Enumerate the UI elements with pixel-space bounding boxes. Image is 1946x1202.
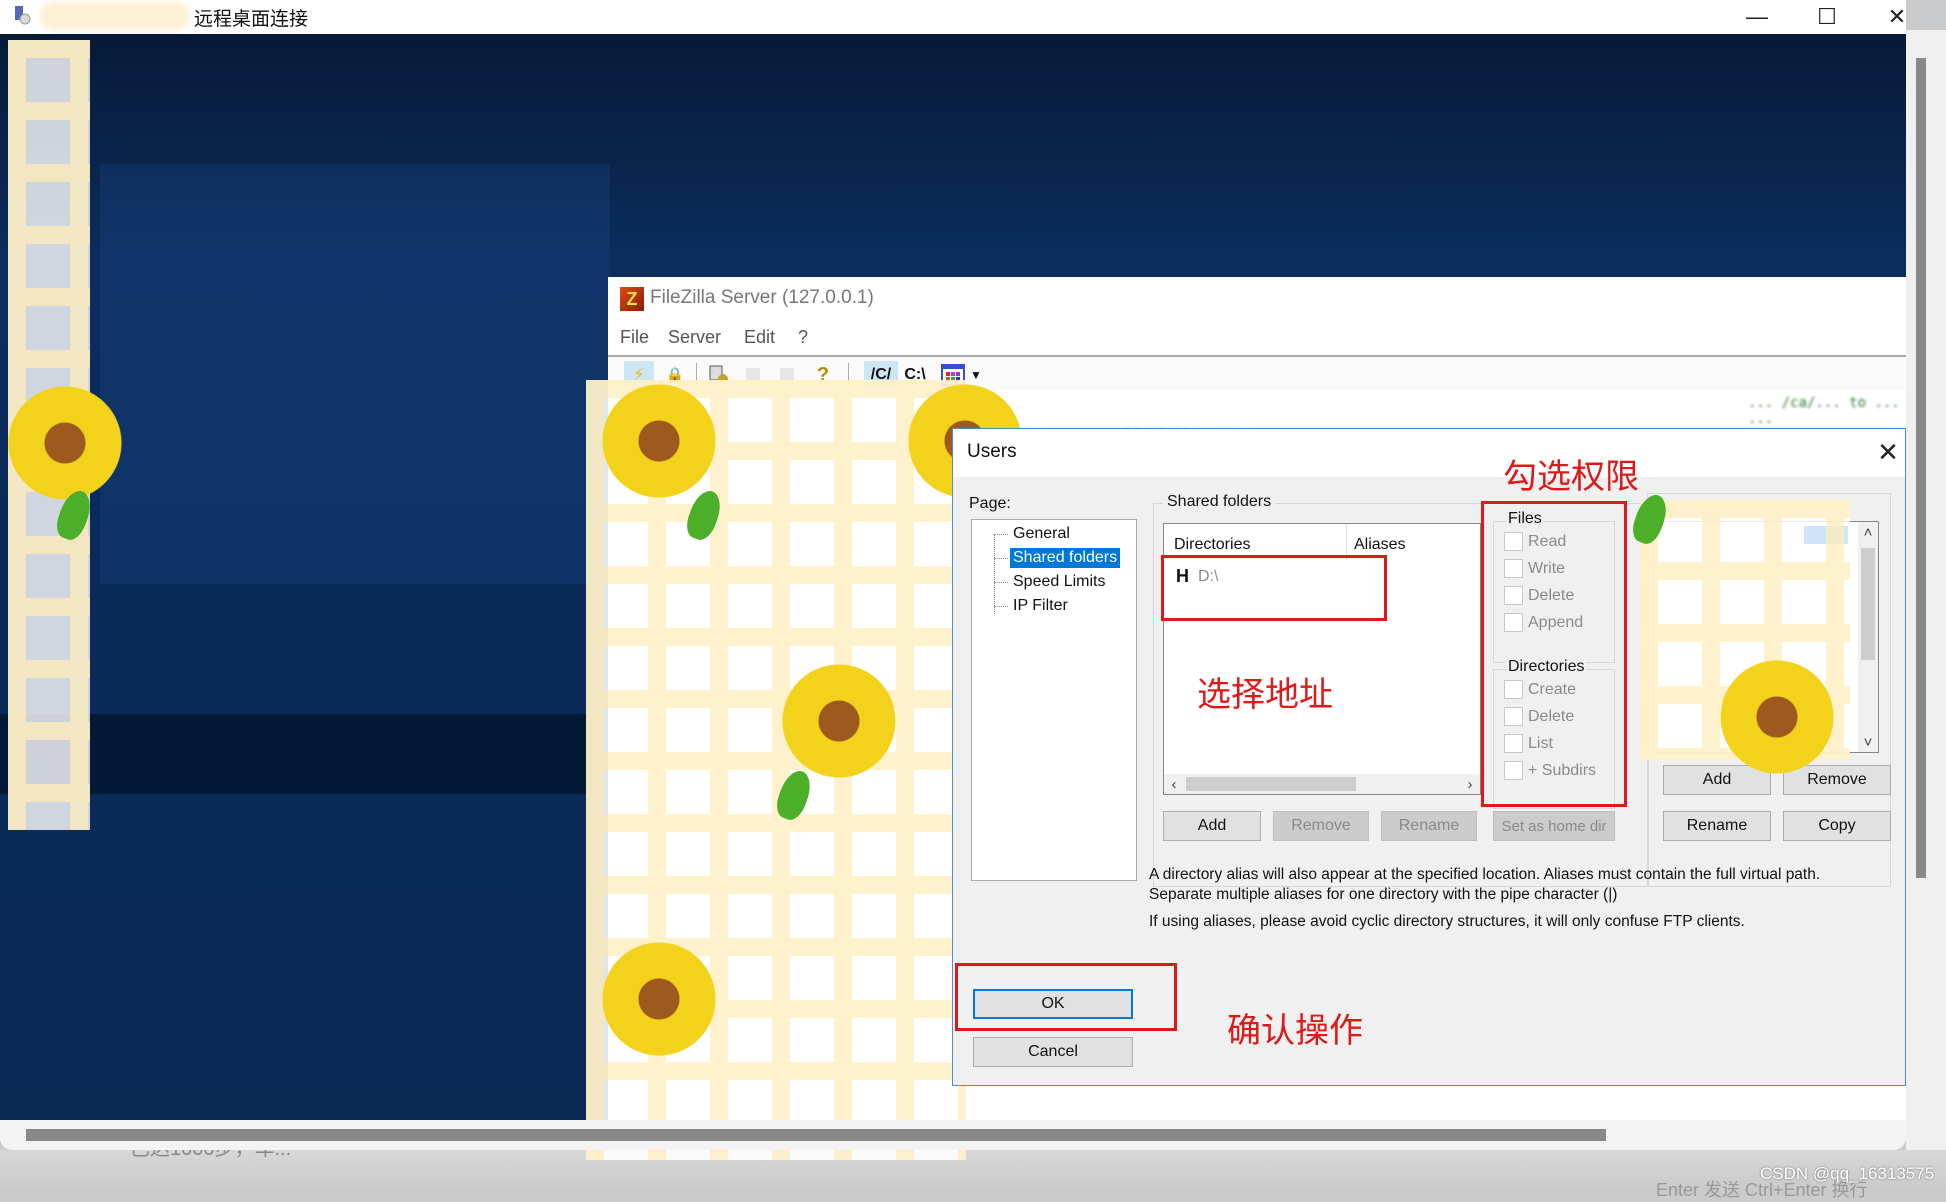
annotation-select-path: 选择地址: [1197, 675, 1333, 715]
checkbox-label: Append: [1528, 613, 1584, 631]
rdp-titlebar: 远程桌面连接 — ☐ ✕: [0, 0, 1906, 34]
checkbox-dir-list[interactable]: List: [1504, 734, 1553, 753]
checkbox-file-delete[interactable]: Delete: [1504, 586, 1574, 605]
menu-server[interactable]: Server: [668, 327, 721, 348]
checkbox-file-append[interactable]: Append: [1504, 613, 1583, 632]
checkbox-label: Create: [1528, 680, 1577, 698]
rename-directory-button[interactable]: Rename: [1381, 811, 1477, 841]
tree-connector: [994, 534, 1008, 614]
page-tree: General Shared folders Speed Limits IP F…: [971, 519, 1137, 881]
checkbox-box[interactable]: [1504, 734, 1523, 753]
files-permissions-group: Files Read Write Delete Append: [1493, 510, 1615, 663]
scroll-up-icon[interactable]: ˄: [1858, 522, 1878, 542]
checkbox-label: Delete: [1528, 586, 1575, 604]
checkbox-dir-create[interactable]: Create: [1504, 680, 1576, 699]
users-dialog-title: Users: [967, 441, 1017, 462]
flower-sticker-icon: [0, 378, 130, 508]
checkbox-dir-subdirs[interactable]: + Subdirs: [1504, 761, 1596, 780]
redacted-title-region: [40, 2, 190, 30]
flower-sticker-icon: [594, 376, 724, 506]
watermark: CSDN @qq_16313575: [1760, 1164, 1935, 1183]
checkbox-box[interactable]: [1504, 559, 1523, 578]
annotation-confirm: 确认操作: [1227, 1011, 1363, 1051]
column-header-aliases[interactable]: Aliases: [1354, 536, 1406, 554]
flower-sticker-icon: [594, 934, 724, 1064]
checkbox-label: Write: [1528, 559, 1566, 577]
checkbox-file-write[interactable]: Write: [1504, 559, 1565, 578]
page-ip-filter[interactable]: IP Filter: [1010, 596, 1071, 616]
users-dialog-header: Users ✕: [953, 429, 1905, 477]
checkbox-label: Delete: [1528, 707, 1575, 725]
host-app-background: [0, 1150, 1946, 1194]
close-icon[interactable]: ✕: [1873, 437, 1903, 467]
checkbox-label: Read: [1528, 532, 1567, 550]
directory-row[interactable]: D:\: [1198, 568, 1218, 586]
scroll-left-icon[interactable]: ‹: [1164, 774, 1184, 794]
checkbox-box[interactable]: [1504, 532, 1523, 551]
wallpaper-beam: [0, 714, 600, 794]
files-group-label: Files: [1506, 510, 1544, 528]
tree-connector: [994, 606, 1008, 607]
scrollbar-thumb[interactable]: [1186, 777, 1356, 791]
checkbox-box[interactable]: [1504, 586, 1523, 605]
add-directory-button[interactable]: Add: [1163, 811, 1261, 841]
home-dir-flag: H: [1176, 566, 1189, 586]
directories-list[interactable]: Directories Aliases H D:\ ‹ ›: [1163, 523, 1481, 795]
tree-connector: [994, 582, 1008, 583]
directories-group-label: Directories: [1506, 658, 1587, 676]
checkbox-box[interactable]: [1504, 613, 1523, 632]
menu-edit[interactable]: Edit: [744, 327, 775, 348]
checkbox-label: + Subdirs: [1528, 761, 1597, 779]
checkbox-dir-delete[interactable]: Delete: [1504, 707, 1574, 726]
flower-sticker-icon: [1712, 652, 1842, 782]
cancel-button[interactable]: Cancel: [973, 1037, 1133, 1067]
horizontal-scrollbar[interactable]: ‹ ›: [1164, 774, 1480, 794]
wallpaper-light-pane: [100, 164, 610, 584]
scroll-right-icon[interactable]: ›: [1460, 774, 1480, 794]
scrollbar-thumb[interactable]: [1861, 548, 1875, 660]
vertical-scrollbar[interactable]: ˄ ˅: [1858, 522, 1878, 752]
scroll-down-icon[interactable]: ˅: [1858, 732, 1878, 752]
filezilla-logo-icon: Z: [620, 287, 644, 311]
page-shared-folders[interactable]: Shared folders: [1010, 548, 1121, 568]
maximize-button[interactable]: ☐: [1792, 0, 1862, 34]
checkbox-box[interactable]: [1504, 761, 1523, 780]
tree-connector: [994, 558, 1008, 559]
set-home-dir-button[interactable]: Set as home dir: [1493, 811, 1615, 841]
close-button[interactable]: ✕: [1862, 0, 1932, 34]
filezilla-titlebar: Z FileZilla Server (127.0.0.1): [608, 277, 1906, 321]
log-line: ... /ca/... to ... ...: [1748, 395, 1900, 427]
rename-user-button[interactable]: Rename: [1663, 811, 1771, 841]
checkbox-box[interactable]: [1504, 707, 1523, 726]
rdp-vertical-scrollbar[interactable]: [1906, 30, 1946, 1150]
rdp-window-title: 远程桌面连接: [194, 9, 309, 30]
scrollbar-thumb[interactable]: [26, 1129, 1606, 1141]
ok-button[interactable]: OK: [973, 989, 1133, 1019]
menu-file[interactable]: File: [620, 327, 649, 348]
remove-directory-button[interactable]: Remove: [1273, 811, 1369, 841]
menu-bar: File Server Edit ?: [608, 321, 1906, 351]
checkbox-file-read[interactable]: Read: [1504, 532, 1566, 551]
flower-sticker-icon: [774, 656, 904, 786]
shared-folders-label: Shared folders: [1163, 493, 1276, 511]
rdp-horizontal-scrollbar[interactable]: [0, 1120, 1906, 1150]
tree-connector: [994, 534, 1008, 535]
directories-permissions-group: Directories Create Delete List + Subdirs: [1493, 658, 1615, 809]
column-header-directories[interactable]: Directories: [1174, 536, 1250, 554]
column-separator[interactable]: [1346, 524, 1347, 560]
scrollbar-thumb[interactable]: [1916, 58, 1926, 878]
remote-desktop-icon: [15, 6, 31, 25]
minimize-button[interactable]: —: [1722, 0, 1792, 34]
page-speed-limits[interactable]: Speed Limits: [1010, 572, 1109, 592]
filezilla-title: FileZilla Server (127.0.0.1): [650, 287, 874, 308]
alias-note: A directory alias will also appear at th…: [1149, 866, 1821, 903]
checkbox-label: List: [1528, 734, 1553, 752]
menu-help[interactable]: ?: [798, 327, 808, 348]
page-label: Page:: [969, 495, 1011, 512]
alias-warning: If using aliases, please avoid cyclic di…: [1149, 913, 1745, 930]
copy-user-button[interactable]: Copy: [1783, 811, 1891, 841]
annotation-check-permissions: 勾选权限: [1503, 457, 1639, 497]
checkbox-box[interactable]: [1504, 680, 1523, 699]
page-general[interactable]: General: [1010, 524, 1073, 544]
